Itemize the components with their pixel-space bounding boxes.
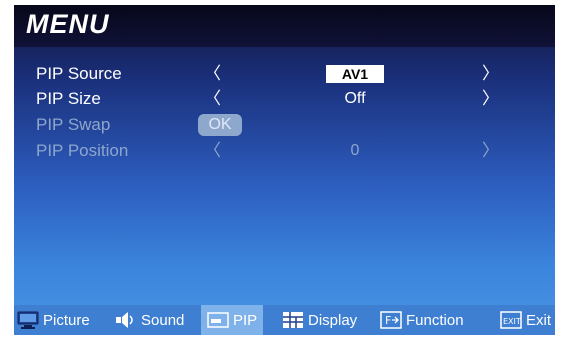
pip-source-value[interactable]: AV1 <box>326 65 384 83</box>
pip-size-label: PIP Size <box>36 89 101 108</box>
menu-header: MENU <box>14 5 555 47</box>
nav-sound-label: Sound <box>141 311 185 329</box>
exit-icon: EXIT <box>500 311 522 329</box>
menu-title: MENU <box>26 9 110 39</box>
pip-source-row[interactable]: PIP Source 〈 AV1 〉 <box>14 62 555 86</box>
pip-source-right-arrow-icon[interactable]: 〉 <box>482 62 499 86</box>
nav-function-label: Function <box>406 311 464 329</box>
monitor-icon <box>17 311 39 329</box>
pip-position-label: PIP Position <box>36 141 129 160</box>
osd-menu-screen: MENU PIP Source 〈 AV1 〉 PIP Size 〈 Off 〉… <box>14 5 555 335</box>
pip-position-row: PIP Position 〈 0 〉 <box>14 139 555 163</box>
function-icon: F <box>380 311 402 329</box>
grid-icon <box>283 312 303 328</box>
pip-swap-label: PIP Swap <box>36 115 111 134</box>
pip-position-left-arrow-icon: 〈 <box>204 141 221 160</box>
nav-display[interactable]: Display <box>282 305 357 335</box>
pip-size-value[interactable]: Off <box>326 87 384 111</box>
pip-position-value: 0 <box>350 142 360 159</box>
nav-pip[interactable]: PIP <box>201 305 264 335</box>
nav-picture[interactable]: Picture <box>17 305 90 335</box>
pip-swap-row: PIP Swap OK <box>14 113 555 137</box>
bottom-nav-bar: Picture Sound PIP Display F Function EXI… <box>14 305 555 335</box>
pip-size-left-arrow-icon[interactable]: 〈 <box>204 87 221 111</box>
pip-size-right-arrow-icon[interactable]: 〉 <box>482 87 499 111</box>
pip-size-row[interactable]: PIP Size 〈 Off 〉 <box>14 87 555 111</box>
svg-text:EXIT: EXIT <box>503 317 521 326</box>
pip-position-right-arrow-icon: 〉 <box>482 141 499 160</box>
nav-display-label: Display <box>308 311 358 329</box>
pip-source-label: PIP Source <box>36 64 122 83</box>
nav-pip-label: PIP <box>233 311 258 329</box>
pip-swap-ok-button[interactable]: OK <box>198 114 242 136</box>
speaker-icon <box>116 312 133 328</box>
nav-function[interactable]: F Function <box>380 305 464 335</box>
nav-exit-label: Exit <box>526 311 552 329</box>
pip-icon <box>207 312 229 328</box>
nav-exit[interactable]: EXIT Exit <box>500 305 551 335</box>
pip-source-left-arrow-icon[interactable]: 〈 <box>204 62 221 86</box>
svg-text:F: F <box>385 314 391 327</box>
nav-sound[interactable]: Sound <box>115 305 184 335</box>
nav-picture-label: Picture <box>43 311 90 329</box>
